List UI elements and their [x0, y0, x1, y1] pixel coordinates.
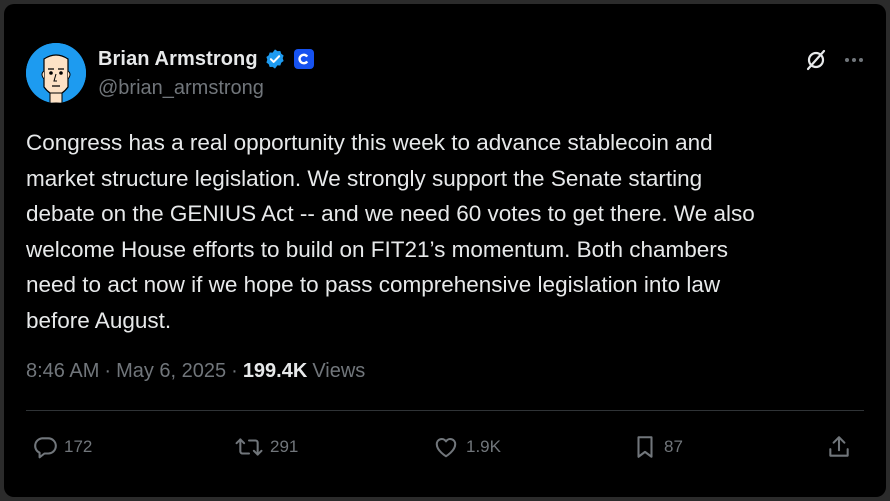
avatar[interactable] [26, 43, 86, 103]
engagement-bar: 172 291 1.9K 87 [32, 432, 858, 462]
meta-separator: · [104, 360, 112, 382]
bookmark-count: 87 [664, 437, 683, 456]
views-count: 199.4K [242, 360, 308, 382]
bookmark-button[interactable]: 87 [632, 434, 683, 460]
repost-count: 291 [270, 437, 299, 456]
divider [26, 410, 864, 411]
share-button[interactable] [826, 434, 858, 460]
author-handle[interactable]: @brian_armstrong [98, 77, 264, 100]
post-time[interactable]: 8:46 AM [26, 360, 99, 383]
bookmark-icon [637, 436, 653, 458]
tweet-card: Brian Armstrong @brian_armstrong Congres… [4, 4, 886, 497]
repost-icon [235, 438, 263, 456]
share-icon [829, 436, 849, 457]
reply-button[interactable]: 172 [32, 434, 92, 460]
post-text: Congress has a real opportunity this wee… [26, 130, 755, 333]
heart-icon [435, 437, 457, 458]
coinbase-logo-icon[interactable] [293, 49, 314, 69]
post-meta: 8:46 AM · May 6, 2025 · 199.4K Views [26, 360, 365, 383]
screenshot-frame: Brian Armstrong @brian_armstrong Congres… [0, 0, 890, 501]
author-name-row: Brian Armstrong [98, 46, 314, 72]
post-date[interactable]: May 6, 2025 [116, 360, 226, 383]
like-button[interactable]: 1.9K [432, 434, 501, 460]
views-label: Views [312, 360, 366, 382]
reply-icon [34, 437, 57, 459]
verified-badge-icon [264, 48, 286, 70]
author-display-name[interactable]: Brian Armstrong [98, 48, 258, 71]
reply-count: 172 [64, 437, 93, 456]
like-count: 1.9K [466, 437, 501, 456]
repost-button[interactable]: 291 [234, 434, 298, 460]
meta-separator: · [231, 360, 238, 382]
grok-icon[interactable] [804, 48, 828, 72]
top-actions [804, 48, 866, 72]
more-options-icon[interactable] [842, 48, 866, 72]
